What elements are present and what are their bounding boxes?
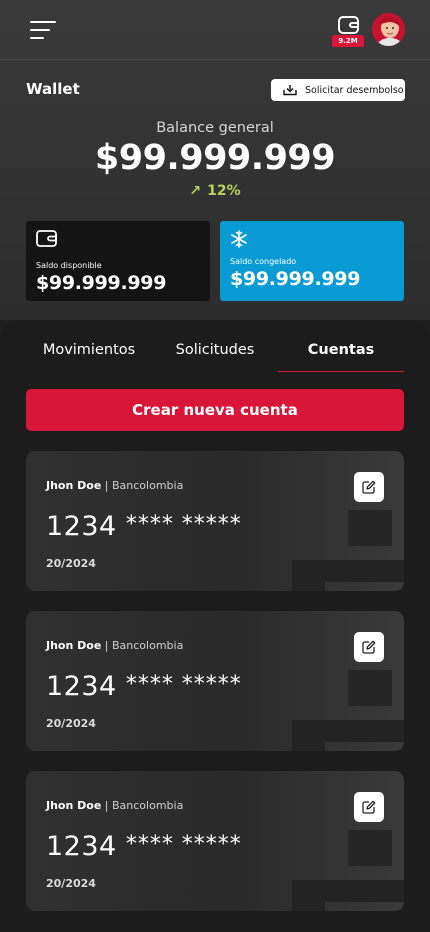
account-number: 1234 **** ***** (46, 511, 242, 542)
tab-movimientos[interactable]: Movimientos (26, 342, 152, 370)
holder-name: Jhon Doe (46, 479, 102, 492)
card-chip-placeholder (348, 670, 392, 706)
page-title: Wallet (26, 80, 80, 98)
edit-account-button[interactable] (354, 792, 384, 822)
request-disbursement-label: Solicitar desembolso (305, 84, 404, 96)
balance-label: Balance general (156, 120, 274, 136)
card-decoration (292, 582, 325, 591)
account-number-masked: **** ***** (125, 672, 242, 697)
account-holder: Jhon Doe | Bancolombia (46, 799, 184, 812)
available-balance-label: Saldo disponible (36, 261, 102, 270)
snowflake-icon (231, 230, 247, 248)
available-balance-card[interactable]: Saldo disponible $99.999.999 (26, 221, 210, 301)
account-number-visible: 1234 (46, 831, 117, 862)
card-decoration (292, 902, 325, 911)
account-card[interactable]: Jhon Doe | Bancolombia 1234 **** ***** 2… (26, 611, 404, 751)
frozen-balance-label: Saldo congelado (230, 257, 297, 266)
account-number-masked: **** ***** (125, 832, 242, 857)
account-holder: Jhon Doe | Bancolombia (46, 479, 184, 492)
holder-name: Jhon Doe (46, 799, 102, 812)
card-decoration (292, 880, 404, 902)
user-photo-icon (372, 13, 405, 46)
account-number-visible: 1234 (46, 511, 117, 542)
growth-indicator: ↗ 12% (0, 183, 430, 199)
card-decoration (292, 560, 404, 582)
wallet-icon (338, 16, 359, 34)
accounts-sheet: Movimientos Solicitudes Cuentas Crear nu… (0, 320, 430, 932)
edit-account-button[interactable] (354, 472, 384, 502)
tab-bar: Movimientos Solicitudes Cuentas (26, 342, 404, 372)
account-card[interactable]: Jhon Doe | Bancolombia 1234 **** ***** 2… (26, 451, 404, 591)
tab-solicitudes[interactable]: Solicitudes (152, 342, 278, 370)
account-number-masked: **** ***** (125, 512, 242, 537)
create-account-button[interactable]: Crear nueva cuenta (26, 389, 404, 431)
edit-account-button[interactable] (354, 632, 384, 662)
top-bar: 9.2M (0, 0, 430, 60)
wallet-screen: 9.2M Wallet Solicitar desembolso Balance… (0, 0, 430, 932)
account-date: 20/2024 (46, 557, 96, 570)
account-holder: Jhon Doe | Bancolombia (46, 639, 184, 652)
account-date: 20/2024 (46, 717, 96, 730)
available-balance-amount: $99.999.999 (36, 272, 167, 294)
edit-icon (362, 640, 376, 654)
avatar[interactable] (372, 13, 405, 46)
frozen-balance-card[interactable]: Saldo congelado $99.999.999 (220, 221, 404, 301)
card-chip-placeholder (348, 830, 392, 866)
tab-cuentas[interactable]: Cuentas (278, 342, 404, 372)
balance-value: $99.999.999 (94, 138, 336, 178)
bank-name: Bancolombia (112, 639, 184, 652)
edit-icon (362, 480, 376, 494)
account-number-visible: 1234 (46, 671, 117, 702)
card-decoration (292, 720, 404, 742)
wallet-balance-shortcut[interactable]: 9.2M (332, 14, 364, 48)
card-chip-placeholder (348, 510, 392, 546)
bank-name: Bancolombia (112, 479, 184, 492)
account-number: 1234 **** ***** (46, 671, 242, 702)
holder-name: Jhon Doe (46, 639, 102, 652)
bank-name: Bancolombia (112, 799, 184, 812)
request-disbursement-button[interactable]: Solicitar desembolso (271, 79, 405, 101)
wallet-badge: 9.2M (332, 35, 364, 47)
account-date: 20/2024 (46, 877, 96, 890)
account-card[interactable]: Jhon Doe | Bancolombia 1234 **** ***** 2… (26, 771, 404, 911)
account-number: 1234 **** ***** (46, 831, 242, 862)
frozen-balance-amount: $99.999.999 (230, 268, 361, 290)
download-icon (283, 85, 297, 96)
hamburger-menu-icon[interactable] (30, 20, 58, 40)
card-decoration (292, 742, 325, 751)
arrow-up-right-icon: ↗ (189, 183, 202, 199)
wallet-icon (36, 230, 57, 247)
edit-icon (362, 800, 376, 814)
growth-value: 12% (207, 183, 241, 199)
